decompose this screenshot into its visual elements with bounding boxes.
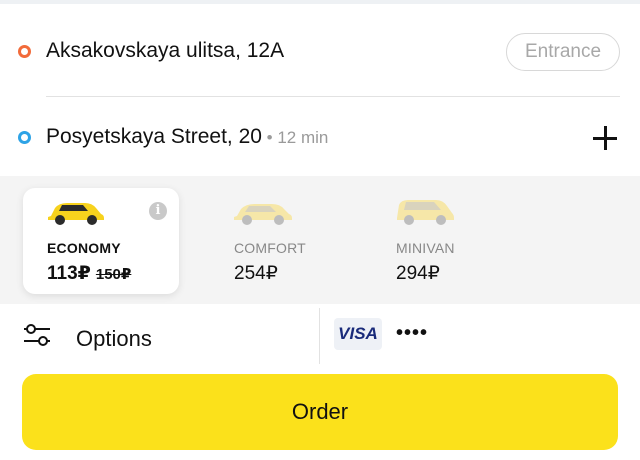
tariff-price: 254₽ <box>234 263 278 284</box>
tariff-selector: i ECONOMY 113₽ 150₽ COMFORT 254₽ MINIVAN … <box>0 176 640 304</box>
bottom-bar: Options VISA •••• Order <box>0 304 640 460</box>
destination-address-line[interactable]: Posyetskaya Street, 20 • 12 min <box>46 125 328 149</box>
minivan-icon <box>397 200 454 225</box>
destination-row[interactable]: Posyetskaya Street, 20 • 12 min <box>0 94 640 180</box>
info-icon[interactable]: i <box>149 202 167 220</box>
current-price: 113₽ <box>47 263 91 284</box>
sliders-icon <box>24 324 50 346</box>
order-button[interactable]: Order <box>22 374 618 450</box>
pickup-address[interactable]: Aksakovskaya ulitsa, 12A <box>46 39 284 63</box>
add-stop-plus-icon[interactable] <box>592 125 618 151</box>
tariff-card-economy[interactable]: i ECONOMY 113₽ 150₽ <box>23 188 179 294</box>
visa-card-icon: VISA <box>334 318 382 350</box>
route-panel: Aksakovskaya ulitsa, 12A Entrance Posyet… <box>0 4 640 176</box>
destination-address: Posyetskaya Street, 20 <box>46 125 262 148</box>
options-label: Options <box>76 326 152 351</box>
tariff-card-comfort[interactable]: COMFORT 254₽ <box>210 188 366 294</box>
payment-method-button[interactable]: VISA •••• <box>334 318 454 352</box>
economy-car-icon <box>48 203 104 225</box>
destination-dot-icon <box>18 131 31 144</box>
entrance-button[interactable]: Entrance <box>506 33 620 71</box>
tariff-name: COMFORT <box>234 240 306 256</box>
tariff-name: MINIVAN <box>396 240 455 256</box>
bottom-divider <box>319 308 320 364</box>
trip-eta: • 12 min <box>261 128 329 147</box>
tariff-name: ECONOMY <box>47 240 121 256</box>
tariff-price: 113₽ 150₽ <box>47 262 131 285</box>
options-button[interactable]: Options <box>20 310 300 362</box>
pickup-row[interactable]: Aksakovskaya ulitsa, 12A Entrance <box>0 8 640 97</box>
card-number-mask: •••• <box>396 322 429 344</box>
comfort-car-icon <box>234 204 292 225</box>
pickup-dot-icon <box>18 45 31 58</box>
old-price: 150₽ <box>95 266 132 283</box>
tariff-price: 294₽ <box>396 263 440 284</box>
tariff-card-minivan[interactable]: MINIVAN 294₽ <box>372 188 528 294</box>
